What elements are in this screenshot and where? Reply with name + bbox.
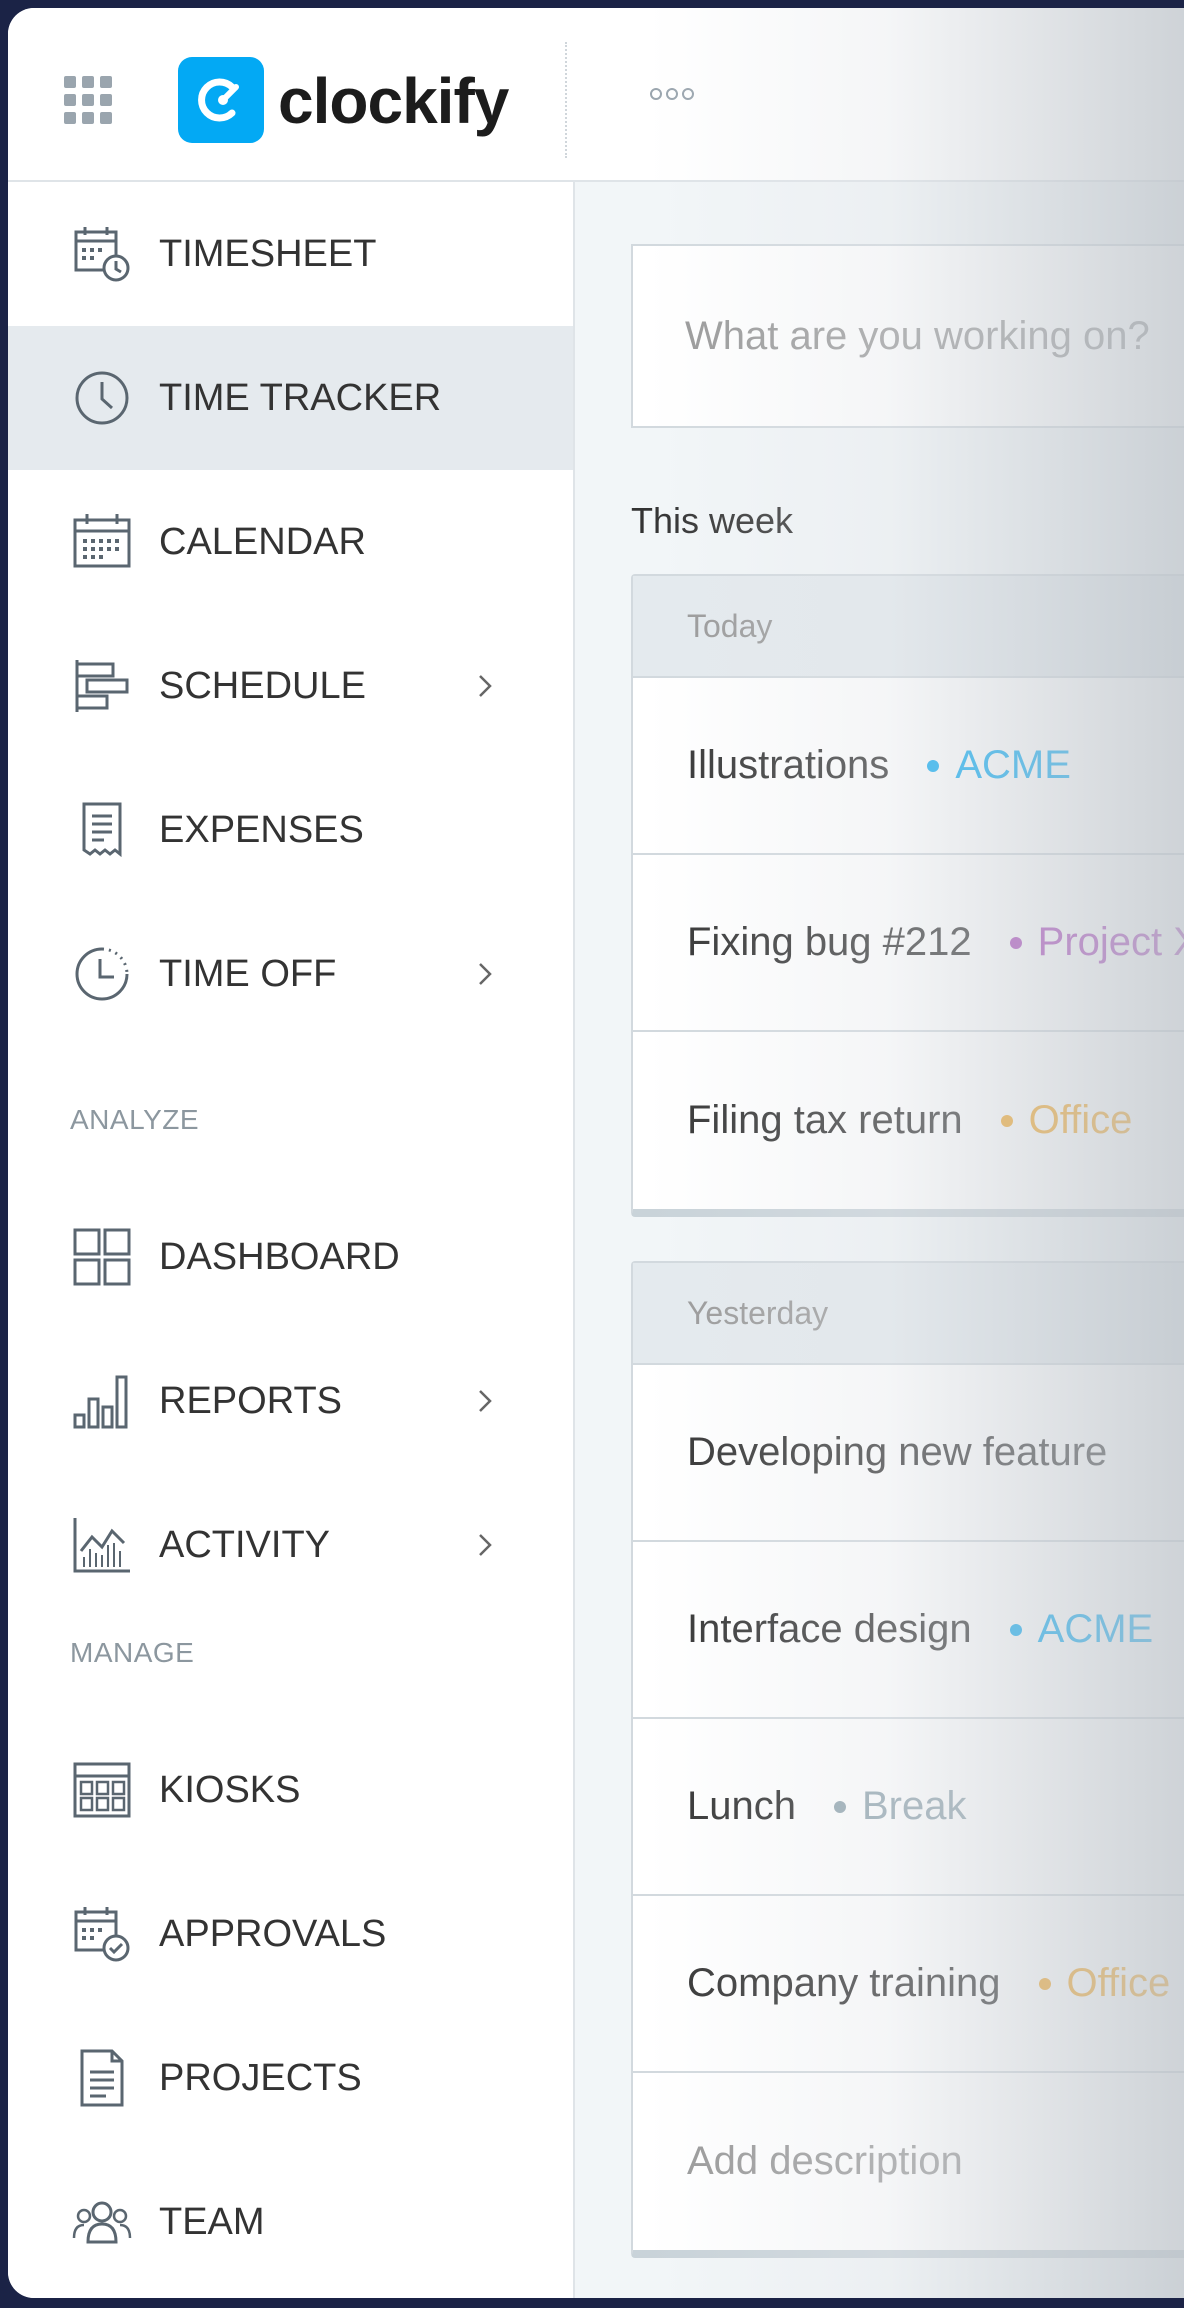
entry-project[interactable]: Office: [1067, 1961, 1171, 2006]
entry-description[interactable]: Interface design: [687, 1607, 972, 1652]
activity-icon: [73, 1518, 130, 1573]
day-header: Yesterday: [633, 1263, 1184, 1365]
time-off-icon: [75, 947, 129, 1001]
week-label: This week: [631, 500, 794, 541]
timesheet-icon: [74, 227, 130, 282]
clockify-logo-icon: [178, 57, 264, 143]
time-entry-row[interactable]: Developing new feature: [633, 1365, 1184, 1542]
top-bar: clockify: [8, 8, 1184, 182]
project-color-dot: [1038, 1977, 1051, 1990]
kiosk-icon: [73, 1762, 131, 1818]
sidebar-item-reports[interactable]: REPORTS: [8, 1329, 573, 1473]
sidebar-item-activity[interactable]: ACTIVITY: [8, 1473, 573, 1617]
sidebar-item-label: PROJECTS: [159, 2057, 362, 2099]
time-entry-row[interactable]: Filing tax return Office: [633, 1032, 1184, 1209]
entry-description[interactable]: Filing tax return: [687, 1098, 963, 1143]
sidebar-item-label: TEAM: [159, 2201, 265, 2243]
sidebar-item-approvals[interactable]: APPROVALS: [8, 1862, 573, 2006]
sidebar-item-label: TIME OFF: [159, 953, 337, 995]
description-input[interactable]: What are you working on?: [631, 244, 1184, 428]
entry-description[interactable]: Fixing bug #212: [687, 920, 972, 965]
sidebar-item-label: TIMESHEET: [159, 233, 377, 275]
sidebar-item-label: REPORTS: [159, 1380, 343, 1422]
sidebar-item-label: ACTIVITY: [159, 1524, 331, 1566]
sidebar-item-label: CALENDAR: [159, 521, 366, 563]
sidebar-item-label: DASHBOARD: [159, 1236, 400, 1278]
chevron-right-icon[interactable]: [470, 1530, 500, 1560]
sidebar-item-label: TIME TRACKER: [159, 377, 442, 419]
sidebar-item-label: APPROVALS: [159, 1913, 387, 1955]
main-content: What are you working on? This week Today…: [575, 182, 1184, 2298]
time-entry-row[interactable]: Company training Office: [633, 1896, 1184, 2073]
time-entry-row[interactable]: Lunch Break: [633, 1719, 1184, 1896]
logo-text: clockify: [278, 65, 509, 137]
chevron-right-icon[interactable]: [470, 671, 500, 701]
dashboard-icon: [73, 1228, 131, 1286]
sidebar-item-team[interactable]: TEAM: [8, 2150, 573, 2294]
receipt-icon: [82, 802, 122, 858]
entry-project[interactable]: Office: [1029, 1098, 1133, 1143]
section-label-analyze: ANALYZE: [70, 1104, 200, 1135]
app-grid-icon[interactable]: [64, 76, 112, 124]
sidebar-item-kiosks[interactable]: KIOSKS: [8, 1718, 573, 1862]
clock-icon: [75, 371, 129, 425]
entry-project[interactable]: ACME: [1038, 1607, 1154, 1652]
section-label-manage: MANAGE: [70, 1637, 195, 1668]
project-color-dot: [1009, 936, 1022, 949]
team-icon: [72, 2201, 132, 2244]
sidebar-item-expenses[interactable]: EXPENSES: [8, 758, 573, 902]
entry-project[interactable]: Project X: [1038, 920, 1184, 965]
entry-project[interactable]: ACME: [955, 743, 1071, 788]
chevron-right-icon[interactable]: [470, 1386, 500, 1416]
app-window: clockify TIMESHEET TIME TRACKER CALENDAR…: [8, 8, 1184, 2298]
schedule-icon: [75, 660, 129, 712]
project-color-dot: [1000, 1114, 1013, 1127]
more-options-icon[interactable]: [650, 88, 694, 100]
entry-description[interactable]: Company training: [687, 1961, 1001, 2006]
sidebar-item-calendar[interactable]: CALENDAR: [8, 470, 573, 614]
reports-icon: [73, 1375, 128, 1429]
day-group-yesterday: Yesterday Developing new feature Interfa…: [631, 1261, 1184, 2258]
sidebar-item-label: SCHEDULE: [159, 665, 366, 707]
project-color-dot: [927, 759, 940, 772]
day-group-today: Today Illustrations ACME Fixing bug #212…: [631, 574, 1184, 1217]
chevron-right-icon[interactable]: [470, 959, 500, 989]
entry-description[interactable]: Lunch: [687, 1784, 796, 1829]
time-entry-row[interactable]: Interface design ACME: [633, 1542, 1184, 1719]
calendar-icon: [73, 514, 131, 568]
sidebar-item-label: EXPENSES: [159, 809, 364, 851]
time-entry-row[interactable]: Fixing bug #212 Project X: [633, 855, 1184, 1032]
sidebar-item-schedule[interactable]: SCHEDULE: [8, 614, 573, 758]
project-color-dot: [833, 1800, 846, 1813]
sidebar-item-time-off[interactable]: TIME OFF: [8, 902, 573, 1046]
time-entry-row[interactable]: Illustrations ACME: [633, 678, 1184, 855]
entry-project[interactable]: Break: [862, 1784, 967, 1829]
approvals-icon: [74, 1907, 130, 1962]
project-color-dot: [1009, 1623, 1022, 1636]
topbar-divider: [565, 42, 567, 158]
sidebar-item-label: KIOSKS: [159, 1769, 301, 1811]
sidebar-item-time-tracker[interactable]: TIME TRACKER: [8, 326, 573, 470]
time-entry-row[interactable]: Add description: [633, 2073, 1184, 2250]
day-header: Today: [633, 576, 1184, 678]
sidebar-item-timesheet[interactable]: TIMESHEET: [8, 182, 573, 326]
sidebar: TIMESHEET TIME TRACKER CALENDAR SCHEDULE…: [8, 182, 575, 2298]
entry-description-placeholder[interactable]: Add description: [687, 2139, 963, 2184]
entry-description[interactable]: Developing new feature: [687, 1430, 1107, 1475]
document-icon: [80, 2049, 124, 2107]
sidebar-item-dashboard[interactable]: DASHBOARD: [8, 1185, 573, 1329]
entry-description[interactable]: Illustrations: [687, 743, 889, 788]
sidebar-item-projects[interactable]: PROJECTS: [8, 2006, 573, 2150]
